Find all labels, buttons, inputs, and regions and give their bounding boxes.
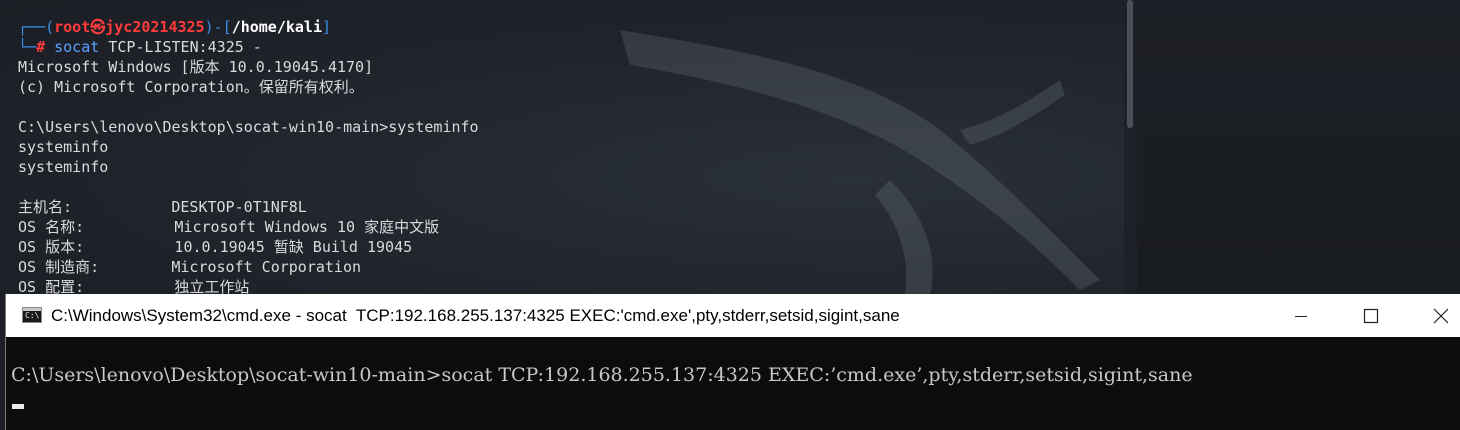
output-line: OS 配置: 独立工作站 bbox=[18, 278, 250, 295]
command-args: TCP-LISTEN:4325 - bbox=[99, 38, 262, 56]
close-icon bbox=[1433, 308, 1449, 323]
prompt-corner: └─ bbox=[18, 38, 37, 56]
cmd-text-cursor bbox=[12, 404, 24, 409]
cmd-icon-text: C:\ bbox=[25, 311, 40, 320]
output-line: C:\Users\lenovo\Desktop\socat-win10-main… bbox=[18, 118, 479, 136]
cmd-window-title: C:\Windows\System32\cmd.exe - socat TCP:… bbox=[51, 306, 900, 325]
prompt-user-host: root㉿jyc20214325 bbox=[54, 18, 205, 36]
cmd-app-icon[interactable]: C:\ bbox=[22, 307, 42, 323]
prompt-close: ] bbox=[322, 18, 332, 36]
output-line: Microsoft Windows [版本 10.0.19045.4170] bbox=[18, 58, 374, 76]
close-button[interactable] bbox=[1406, 294, 1460, 337]
prompt-path: /home/kali bbox=[231, 18, 322, 36]
output-line: OS 制造商: Microsoft Corporation bbox=[18, 258, 362, 276]
cmd-titlebar[interactable]: C:\ C:\Windows\System32\cmd.exe - socat … bbox=[6, 294, 1460, 337]
prompt-hash: # bbox=[36, 38, 55, 56]
kali-prompt-line-1: ┌──(root㉿jyc20214325)-[/home/kali] bbox=[18, 17, 331, 37]
cmd-output-line: C:\Users\lenovo\Desktop\socat-win10-main… bbox=[11, 364, 1193, 386]
output-line: systeminfo bbox=[18, 138, 109, 156]
kali-terminal-window[interactable]: ┌──(root㉿jyc20214325)-[/home/kali] └─# s… bbox=[0, 0, 1137, 295]
command-name: socat bbox=[54, 38, 100, 56]
desktop-background bbox=[1137, 0, 1460, 295]
output-line: OS 版本: 10.0.19045 暂缺 Build 19045 bbox=[18, 238, 413, 256]
output-line: OS 名称: Microsoft Windows 10 家庭中文版 bbox=[18, 218, 440, 236]
maximize-button[interactable] bbox=[1336, 294, 1406, 337]
output-line: 主机名: DESKTOP-0T1NF8L bbox=[18, 198, 307, 216]
output-line: (c) Microsoft Corporation。保留所有权利。 bbox=[18, 78, 364, 96]
kali-dragon-wallpaper-art bbox=[620, 30, 1100, 295]
kali-scrollbar[interactable] bbox=[1124, 0, 1137, 295]
cmd-window[interactable]: C:\ C:\Windows\System32\cmd.exe - socat … bbox=[5, 294, 1460, 430]
maximize-icon bbox=[1363, 308, 1379, 323]
prompt-open: ┌──( bbox=[18, 18, 55, 36]
minimize-icon bbox=[1295, 315, 1307, 317]
kali-prompt-line-2: └─# socat TCP-LISTEN:4325 - bbox=[18, 37, 262, 57]
prompt-mid: )-[ bbox=[204, 18, 232, 36]
kali-scrollbar-thumb[interactable] bbox=[1127, 0, 1133, 128]
output-line: systeminfo bbox=[18, 158, 109, 176]
minimize-button[interactable] bbox=[1266, 294, 1336, 337]
